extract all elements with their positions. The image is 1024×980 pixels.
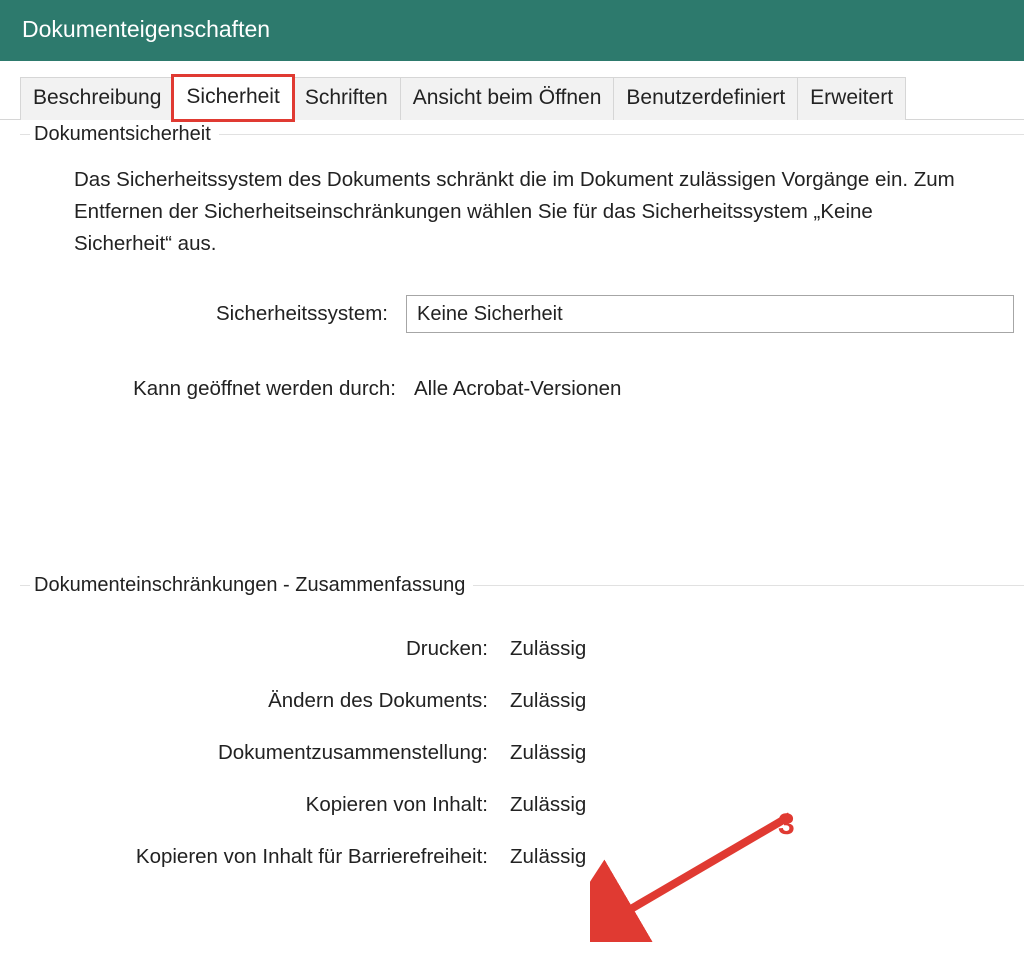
restriction-value-print: Zulässig (510, 637, 586, 661)
open-by-value: Alle Acrobat-Versionen (414, 377, 621, 401)
security-system-select[interactable]: Keine Sicherheit (406, 295, 1014, 333)
restriction-value-copy: Zulässig (510, 793, 586, 817)
restriction-row-print: Drucken: Zulässig (30, 637, 1014, 661)
tab-bar: Beschreibung Sicherheit Schriften Ansich… (0, 61, 1024, 120)
open-by-label: Kann geöffnet werden durch: (74, 377, 414, 401)
tab-sicherheit[interactable]: Sicherheit (173, 76, 292, 120)
security-system-label: Sicherheitssystem: (74, 302, 406, 326)
tab-benutzerdefiniert[interactable]: Benutzerdefiniert (613, 77, 798, 120)
restriction-label-accessibility-copy: Kopieren von Inhalt für Barrierefreiheit… (30, 845, 510, 869)
open-by-row: Kann geöffnet werden durch: Alle Acrobat… (30, 377, 1014, 401)
window-titlebar: Dokumenteigenschaften (0, 0, 1024, 61)
window-title: Dokumenteigenschaften (22, 16, 270, 42)
restriction-value-change: Zulässig (510, 689, 586, 713)
restrictions-legend: Dokumenteinschränkungen - Zusammenfassun… (30, 574, 473, 597)
restriction-label-assembly: Dokumentzusammenstellung: (30, 741, 510, 765)
restriction-value-accessibility-copy: Zulässig (510, 845, 586, 869)
tab-beschreibung[interactable]: Beschreibung (20, 77, 174, 120)
restriction-row-copy: Kopieren von Inhalt: Zulässig (30, 793, 1014, 817)
document-security-group: Dokumentsicherheit Das Sicherheitssystem… (20, 134, 1024, 571)
tab-erweitert[interactable]: Erweitert (797, 77, 906, 120)
restriction-value-assembly: Zulässig (510, 741, 586, 765)
tab-ansicht-beim-oeffnen[interactable]: Ansicht beim Öffnen (400, 77, 615, 120)
restriction-label-print: Drucken: (30, 637, 510, 661)
restriction-row-change: Ändern des Dokuments: Zulässig (30, 689, 1014, 713)
tab-content: Dokumentsicherheit Das Sicherheitssystem… (0, 134, 1024, 869)
restriction-row-assembly: Dokumentzusammenstellung: Zulässig (30, 741, 1014, 765)
document-security-legend: Dokumentsicherheit (30, 123, 219, 146)
tab-schriften[interactable]: Schriften (292, 77, 401, 120)
restriction-label-change: Ändern des Dokuments: (30, 689, 510, 713)
security-description: Das Sicherheitssystem des Dokuments schr… (30, 158, 990, 259)
restriction-label-copy: Kopieren von Inhalt: (30, 793, 510, 817)
restrictions-group: Dokumenteinschränkungen - Zusammenfassun… (20, 585, 1024, 869)
security-system-value: Keine Sicherheit (417, 303, 563, 326)
restriction-row-accessibility-copy: Kopieren von Inhalt für Barrierefreiheit… (30, 845, 1014, 869)
security-system-row: Sicherheitssystem: Keine Sicherheit (30, 295, 1014, 333)
